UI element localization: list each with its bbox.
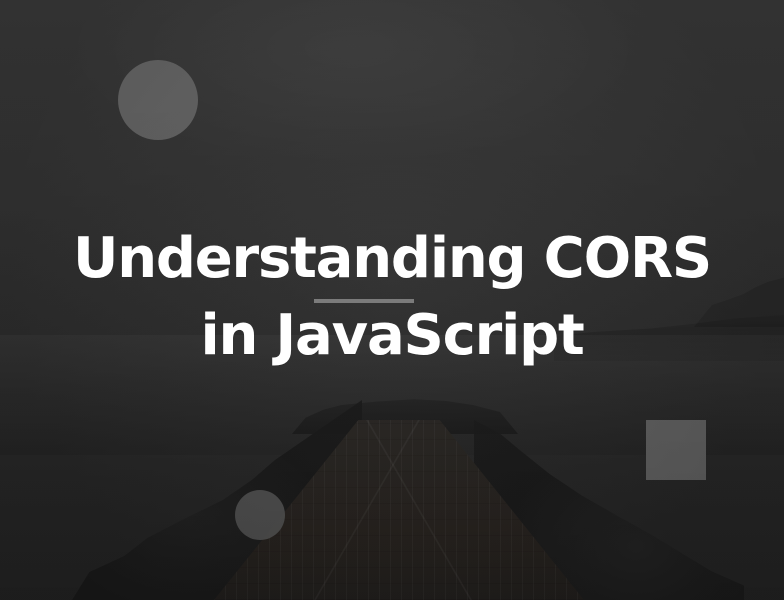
title-line-1: Understanding CORS xyxy=(72,226,712,291)
hero-title: Understanding CORS in JavaScript xyxy=(0,226,784,368)
decorative-square xyxy=(646,420,706,480)
title-divider xyxy=(314,299,414,303)
title-line-2: in JavaScript xyxy=(200,302,584,368)
decorative-small-circle xyxy=(235,490,285,540)
hero-banner: Understanding CORS in JavaScript xyxy=(0,0,784,600)
decorative-large-circle xyxy=(118,60,198,140)
